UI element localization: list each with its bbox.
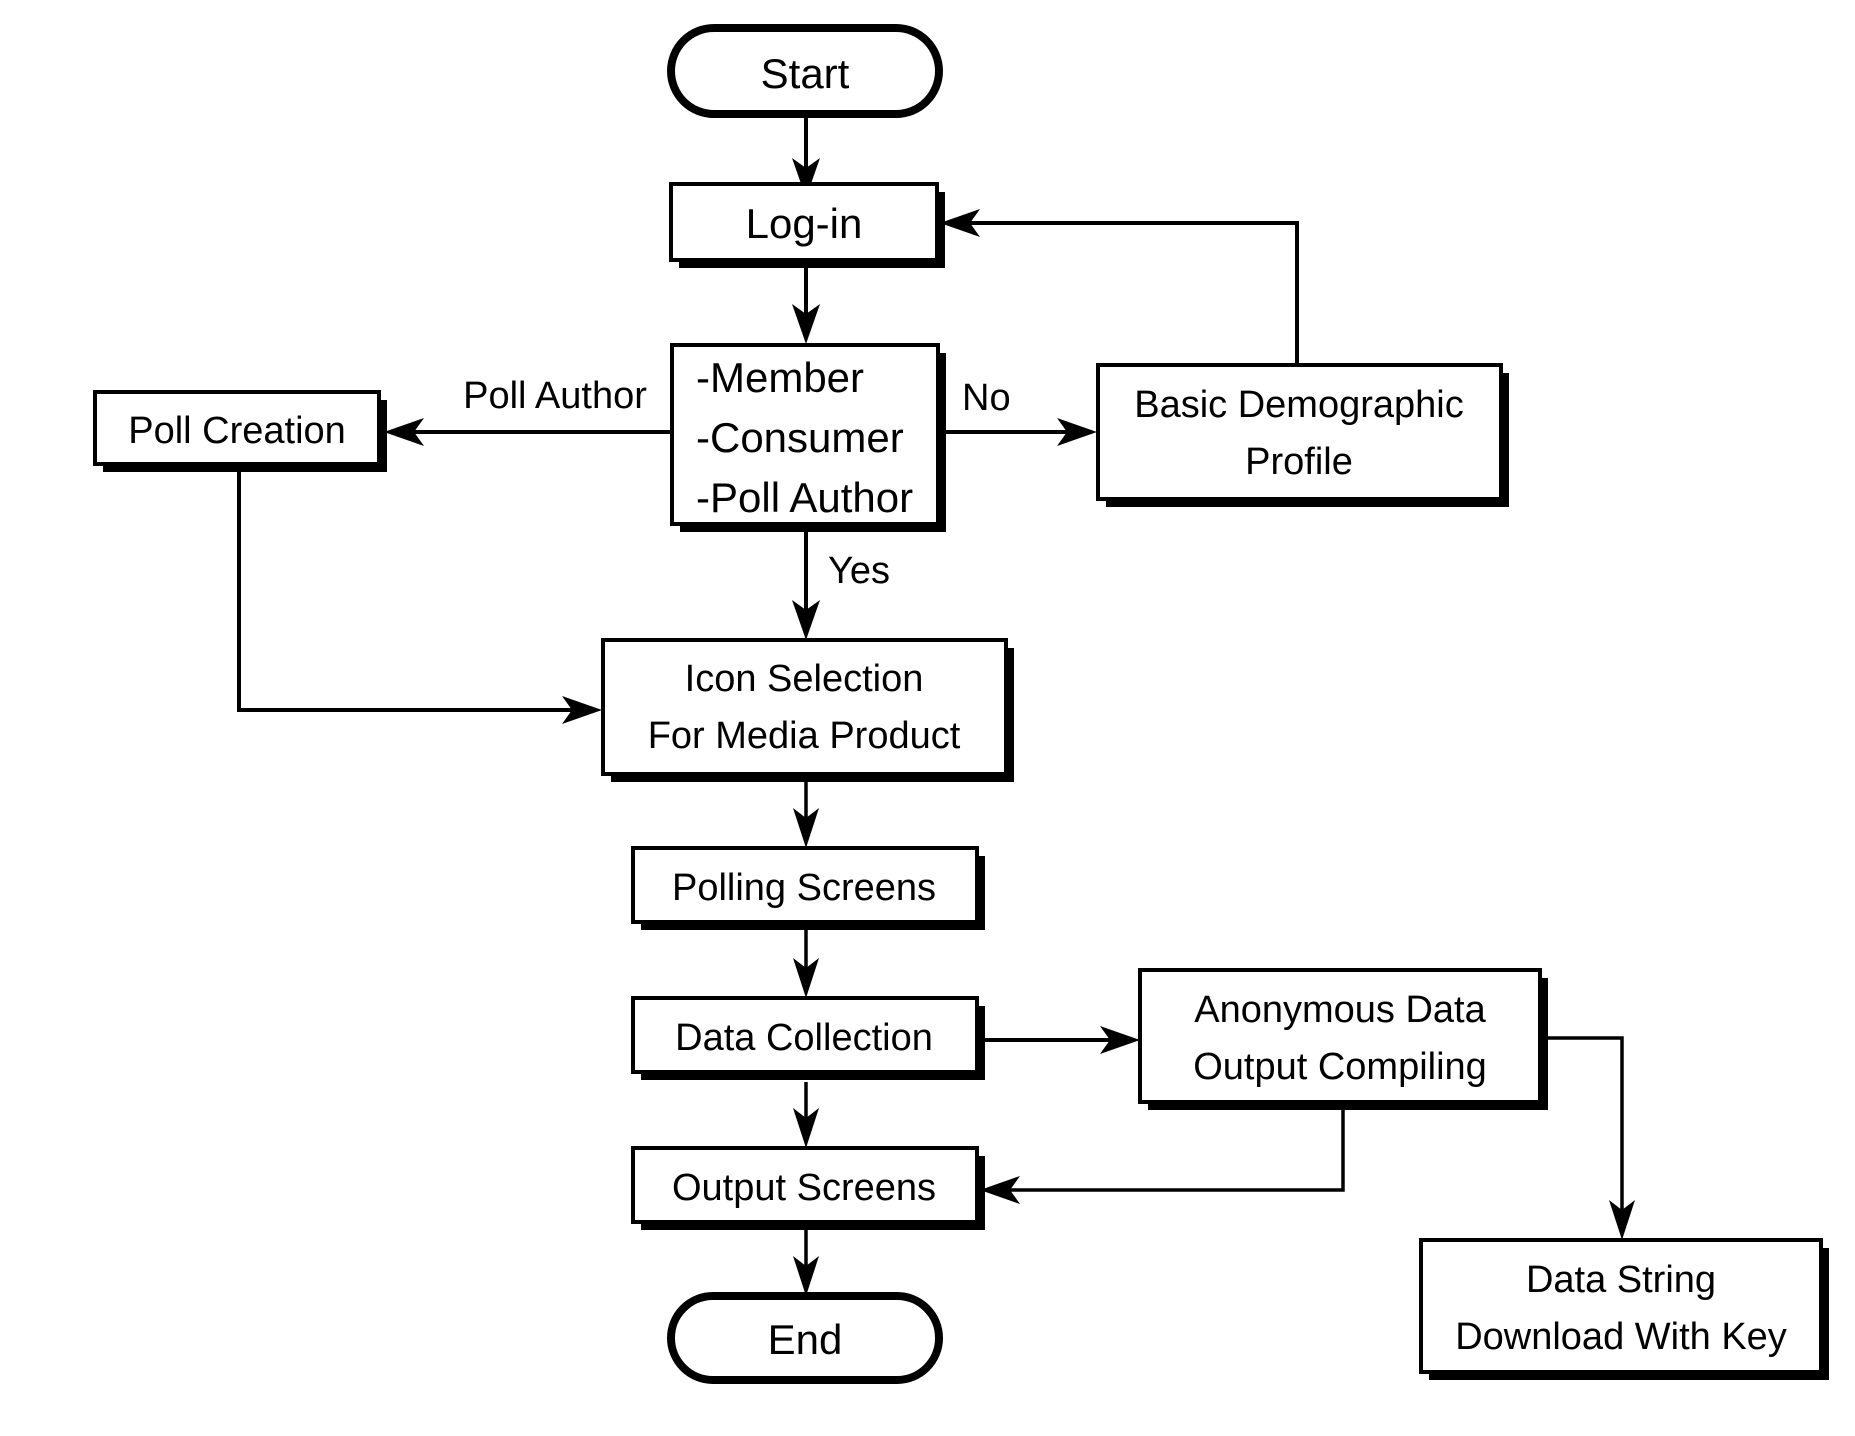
node-end[interactable]: End [667,1292,943,1384]
node-anonymous-line1: Anonymous Data [1194,989,1486,1031]
node-anonymous-data-output-compiling[interactable]: Anonymous Data Output Compiling [1138,968,1548,1110]
edge-anonymous-to-datastring [1546,1036,1635,1240]
edge-label-no: No [962,377,1011,419]
node-data-string-download[interactable]: Data String Download With Key [1419,1238,1829,1380]
node-login[interactable]: Log-in [669,182,945,268]
edge-datacollection-to-outputscreens [793,1082,819,1148]
edge-polling-to-datacollection [793,930,819,998]
edge-roles-to-pollcreation [384,418,672,446]
node-icon-selection[interactable]: Icon Selection For Media Product [601,638,1014,782]
edge-label-poll-author: Poll Author [463,375,647,417]
node-data-collection[interactable]: Data Collection [631,996,985,1080]
node-poll-creation[interactable]: Poll Creation [93,390,387,472]
node-roles-line1: -Member [696,354,864,401]
node-icon-selection-line1: Icon Selection [685,658,924,700]
node-poll-creation-label: Poll Creation [128,410,346,452]
node-start-label: Start [761,50,850,97]
edge-demographic-to-login [940,209,1299,365]
node-polling-screens-label: Polling Screens [672,867,936,909]
edge-outputscreens-to-end [793,1228,819,1296]
edge-login-to-roles [792,265,820,344]
node-demographic-line1: Basic Demographic [1134,384,1463,426]
node-roles-line3: -Poll Author [696,474,913,521]
node-roles[interactable]: -Member -Consumer -Poll Author [670,343,946,532]
node-start[interactable]: Start [667,24,943,118]
node-anonymous-line2: Output Compiling [1193,1046,1487,1088]
edge-label-yes: Yes [828,550,890,592]
edge-roles-to-iconselection [792,527,820,640]
node-icon-selection-line2: For Media Product [648,715,961,757]
flowchart-svg: Start Log-in -Member -Consumer -Poll Aut… [93,24,1829,1384]
node-login-label: Log-in [746,200,863,247]
node-end-label: End [768,1316,843,1363]
node-output-screens-label: Output Screens [672,1167,936,1209]
node-polling-screens[interactable]: Polling Screens [631,846,985,930]
edge-anonymous-to-outputscreens [980,1110,1345,1204]
edge-pollcreation-to-iconselection [237,472,602,724]
node-demographic-line2: Profile [1245,441,1353,483]
edge-roles-to-demographic [940,418,1097,446]
node-data-collection-label: Data Collection [675,1017,933,1059]
node-roles-line2: -Consumer [696,414,904,461]
node-basic-demographic-profile[interactable]: Basic Demographic Profile [1096,363,1509,507]
edge-datacollection-to-anonymous [978,1026,1140,1054]
node-output-screens[interactable]: Output Screens [631,1146,985,1230]
node-data-string-line1: Data String [1526,1259,1716,1301]
node-data-string-line2: Download With Key [1455,1316,1787,1358]
flowchart-canvas: Start Log-in -Member -Consumer -Poll Aut… [0,0,1855,1436]
edge-iconselection-to-polling [793,782,819,848]
